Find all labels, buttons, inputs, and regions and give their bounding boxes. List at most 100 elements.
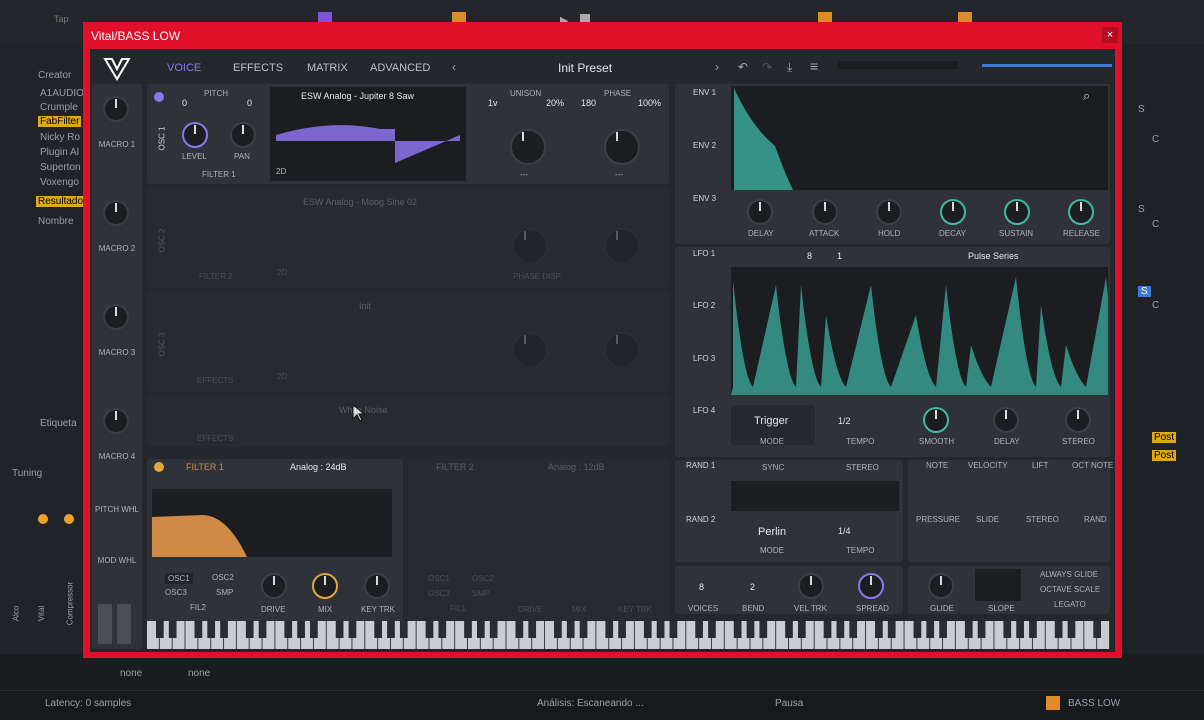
octave-scale-toggle[interactable]: OCTAVE SCALE — [1040, 585, 1100, 594]
preset-prev-icon[interactable]: ‹ — [452, 60, 456, 74]
lfo-stereo-knob[interactable] — [1065, 407, 1091, 433]
mod-pressure[interactable]: PRESSURE — [916, 515, 960, 524]
osc2-destination[interactable]: FILTER 2 — [199, 272, 233, 281]
preset-next-icon[interactable]: › — [715, 60, 719, 74]
power-dot[interactable] — [38, 514, 48, 524]
lfo2-tab[interactable]: LFO 2 — [693, 301, 715, 310]
env-hold-knob[interactable] — [876, 199, 902, 225]
black-key[interactable] — [554, 621, 562, 638]
black-key[interactable] — [1054, 621, 1063, 638]
rand1-tab[interactable]: RAND 1 — [686, 461, 715, 470]
osc2-unison-knob[interactable] — [512, 228, 548, 264]
save-icon[interactable]: ⤓ — [787, 60, 792, 75]
black-key[interactable] — [875, 621, 883, 638]
black-key[interactable] — [1003, 621, 1012, 638]
black-key[interactable] — [168, 621, 177, 638]
black-key[interactable] — [618, 621, 626, 638]
mod-rand[interactable]: RAND — [1084, 515, 1107, 524]
lfo-tempo-value[interactable]: 1/2 — [838, 416, 851, 426]
osc1-spectral-select[interactable]: --- — [520, 170, 528, 179]
close-icon[interactable]: × — [1102, 27, 1118, 43]
keyboard-keys[interactable] — [147, 621, 1110, 649]
black-key[interactable] — [656, 621, 665, 638]
black-key[interactable] — [913, 621, 922, 638]
lfo-trigger-mode[interactable]: Trigger — [754, 415, 788, 427]
osc1-level-knob[interactable] — [182, 122, 208, 148]
name-column-header[interactable]: Nombre — [38, 216, 74, 227]
black-key[interactable] — [849, 621, 858, 638]
black-key[interactable] — [746, 621, 755, 638]
black-key[interactable] — [708, 621, 716, 638]
black-key[interactable] — [926, 621, 935, 638]
black-key[interactable] — [669, 621, 678, 638]
osc1-unison-knob[interactable] — [510, 129, 546, 165]
osc2-dimension[interactable]: 2D — [277, 268, 287, 277]
osc1-wavetable-name[interactable]: ESW Analog - Jupiter 8 Saw — [301, 91, 414, 101]
black-key[interactable] — [1093, 621, 1102, 638]
osc3-dimension[interactable]: 2D — [277, 372, 287, 381]
browser-item-selected[interactable]: FabFilter — [38, 116, 82, 127]
zoom-icon[interactable]: ⌕ — [1083, 88, 1090, 104]
osc1-pan-knob[interactable] — [230, 122, 256, 148]
osc1-power-toggle[interactable] — [154, 92, 164, 102]
volume-meter[interactable] — [838, 61, 958, 69]
black-key[interactable] — [297, 621, 305, 638]
env-decay-knob[interactable] — [940, 199, 966, 225]
black-key[interactable] — [733, 621, 742, 638]
solo-button[interactable]: S — [1138, 204, 1145, 215]
black-key[interactable] — [1016, 621, 1024, 638]
osc1-unison-voices[interactable]: 1v — [488, 98, 498, 108]
black-key[interactable] — [335, 621, 344, 638]
lfo-smooth-knob[interactable] — [923, 407, 949, 433]
osc3-unison-knob[interactable] — [512, 332, 548, 368]
black-key[interactable] — [220, 621, 228, 638]
random-graph[interactable] — [731, 481, 899, 511]
env-sustain-knob[interactable] — [1004, 199, 1030, 225]
black-key[interactable] — [399, 621, 408, 638]
filter1-response-display[interactable] — [152, 489, 392, 557]
filter1-type[interactable]: Analog : 24dB — [290, 462, 347, 472]
lfo4-tab[interactable]: LFO 4 — [693, 406, 715, 415]
black-key[interactable] — [643, 621, 652, 638]
pitch-wheel[interactable] — [98, 604, 112, 644]
env3-tab[interactable]: ENV 3 — [693, 194, 716, 203]
sample-name[interactable]: White Noise — [339, 405, 388, 415]
black-key[interactable] — [348, 621, 357, 638]
black-key[interactable] — [579, 621, 588, 638]
black-key[interactable] — [515, 621, 524, 638]
black-key[interactable] — [245, 621, 254, 638]
daw-tap-label[interactable]: Tap — [54, 14, 69, 28]
macro-1-knob[interactable] — [103, 96, 129, 122]
filter1-keytrack-knob[interactable] — [364, 573, 390, 599]
osc2-wavetable-name[interactable]: ESW Analog - Moog Sine 02 — [303, 197, 417, 207]
lfo-grid-y[interactable]: 1 — [837, 251, 842, 261]
filter2-source-fil1[interactable]: FIL1 — [450, 604, 466, 613]
black-key[interactable] — [1067, 621, 1076, 638]
osc1-phase-knob[interactable] — [604, 129, 640, 165]
osc1-destination[interactable]: FILTER 1 — [202, 170, 236, 179]
tab-advanced[interactable]: ADVANCED — [370, 62, 430, 74]
menu-icon[interactable]: ≡ — [810, 58, 818, 74]
browser-item[interactable]: Creator — [38, 70, 71, 81]
undo-icon[interactable]: ↶ — [738, 60, 748, 74]
bend-value[interactable]: 2 — [750, 582, 755, 592]
env-delay-knob[interactable] — [747, 199, 773, 225]
spread-knob[interactable] — [858, 573, 884, 599]
post-button[interactable]: Post — [1152, 450, 1177, 461]
filter1-source-smp[interactable]: SMP — [216, 588, 233, 597]
black-key[interactable] — [374, 621, 382, 638]
browser-item[interactable]: Nicky Ro — [40, 132, 80, 143]
env2-tab[interactable]: ENV 2 — [693, 141, 716, 150]
pause-button[interactable]: Pausa — [775, 698, 803, 709]
filter1-drive-knob[interactable] — [261, 573, 287, 599]
tab-matrix[interactable]: MATRIX — [307, 62, 348, 74]
envelope-graph[interactable]: ⌕ — [731, 86, 1108, 190]
volume-slider[interactable] — [982, 64, 1112, 67]
osc1-phase-deg[interactable]: 180 — [581, 98, 596, 108]
solo-button[interactable]: S — [1138, 286, 1151, 297]
lfo-delay-knob[interactable] — [993, 407, 1019, 433]
browser-item[interactable]: Voxengo — [40, 177, 79, 188]
black-key[interactable] — [605, 621, 614, 638]
filter2-source-osc1[interactable]: OSC1 — [428, 574, 450, 583]
black-key[interactable] — [155, 621, 164, 638]
